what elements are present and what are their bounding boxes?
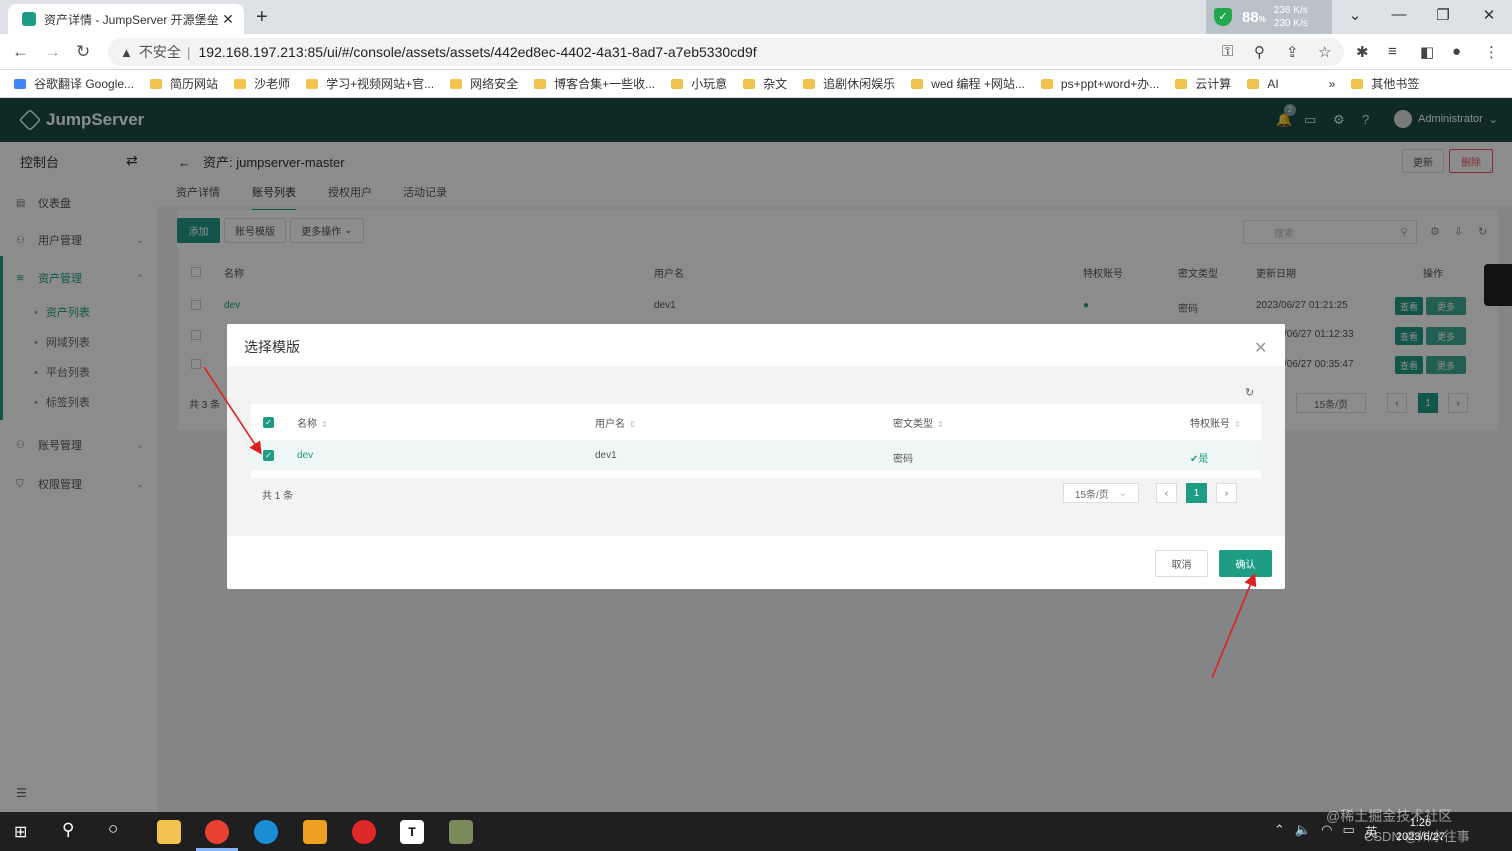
volume-icon[interactable]: 🔈: [1295, 822, 1311, 841]
watermark-csdn: CSDN @川水往事: [1364, 829, 1470, 844]
file-explorer-icon[interactable]: [157, 820, 181, 844]
annotation-arrows: [203, 366, 1257, 679]
photo-app-icon[interactable]: [449, 820, 473, 844]
arrow-to-confirm: [1211, 573, 1257, 679]
vmware-icon[interactable]: [303, 820, 327, 844]
search-icon[interactable]: ⚲: [62, 820, 74, 840]
typora-icon[interactable]: T: [400, 820, 424, 844]
chrome-icon[interactable]: [205, 820, 229, 844]
cortana-icon[interactable]: ○: [108, 819, 118, 839]
watermark: @稀土掘金技术社区: [1326, 808, 1453, 824]
chevron-up-icon[interactable]: ⌃: [1274, 822, 1285, 841]
windows-start-icon[interactable]: ⊞: [14, 822, 27, 842]
arrow-to-checkbox: [203, 366, 262, 455]
edge-icon[interactable]: [254, 820, 278, 844]
xshell-icon[interactable]: [352, 820, 376, 844]
